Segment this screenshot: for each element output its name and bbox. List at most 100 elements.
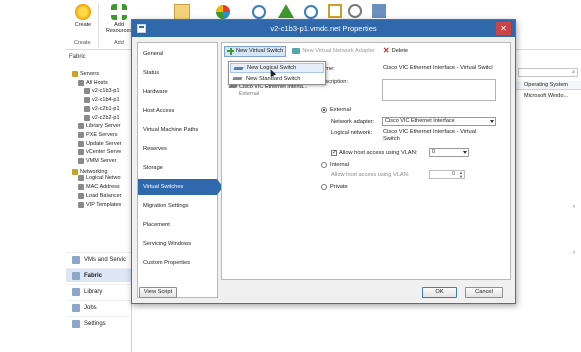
search-input[interactable]: ⌕ bbox=[518, 68, 578, 77]
tree-node-icon bbox=[78, 131, 84, 138]
tree-node-icon bbox=[84, 114, 90, 121]
spin-arrows-icon[interactable]: ▲ ▼ bbox=[459, 171, 463, 179]
dialog-titlebar[interactable]: v2-c1b3-p1.vmdc.net Properties ✕ bbox=[132, 20, 515, 37]
tree-item[interactable]: Servers bbox=[72, 71, 99, 77]
nav-item-host-access[interactable]: Host Access bbox=[138, 103, 217, 119]
tree-item[interactable]: MAC Address bbox=[78, 184, 120, 191]
private-label: Private bbox=[330, 184, 348, 190]
ribbon-refresh-icon[interactable] bbox=[252, 5, 266, 19]
external-radio[interactable] bbox=[321, 107, 327, 113]
nav-item-reserves[interactable]: Reserves bbox=[138, 141, 217, 157]
name-value[interactable]: Cisco VIC Ethernet Interface - Virtual S… bbox=[383, 65, 511, 72]
tree-node-icon bbox=[78, 201, 84, 208]
tree-item[interactable]: vCenter Serve bbox=[78, 149, 121, 156]
grid-cell-os[interactable]: Microsoft Windo... bbox=[524, 93, 568, 99]
scroll-right-icon[interactable]: › bbox=[573, 250, 575, 256]
allow-vlan-label: Allow host access using VLAN: bbox=[339, 150, 418, 156]
scroll-left-icon[interactable]: ‹ bbox=[573, 204, 575, 210]
tree-node-icon bbox=[78, 184, 84, 191]
tree-item[interactable]: v2-c2b2-p1 bbox=[84, 114, 120, 121]
ribbon-grid-icon[interactable] bbox=[328, 4, 342, 18]
nav-item-servicing-windows[interactable]: Servicing Windows bbox=[138, 236, 217, 252]
tree-item[interactable]: v2-c2b1-p1 bbox=[84, 105, 120, 112]
ribbon-properties-icon[interactable] bbox=[372, 4, 386, 18]
switch-toolbar: New Virtual Switch New Virtual Network A… bbox=[224, 45, 508, 57]
tree-item[interactable]: Load Balancer bbox=[78, 192, 121, 199]
navigation-sidebar: Fabric Servers All Hosts v2-c1b3-p1 v2-c1b4… bbox=[66, 50, 132, 352]
tree-item[interactable]: All Hosts bbox=[78, 79, 108, 86]
delete-x-icon: ✕ bbox=[382, 46, 390, 55]
tree-item[interactable]: Networking bbox=[72, 168, 108, 175]
tree-item[interactable]: Logical Netwo bbox=[78, 175, 121, 182]
delete-button[interactable]: ✕ Delete bbox=[381, 46, 410, 57]
workspace-library[interactable]: Library bbox=[66, 284, 132, 298]
tree-node-icon bbox=[84, 105, 90, 112]
column-header-operating-system[interactable]: Operating System bbox=[516, 81, 581, 90]
internal-radio[interactable] bbox=[321, 162, 327, 168]
nav-item-custom-properties[interactable]: Custom Properties bbox=[138, 255, 217, 271]
workspace-jobs[interactable]: Jobs bbox=[66, 300, 132, 314]
nav-item-status[interactable]: Status bbox=[138, 65, 217, 81]
ribbon-group-add: Add bbox=[114, 40, 124, 46]
tree-item[interactable]: PXE Servers bbox=[78, 131, 117, 138]
tree-item[interactable]: Update Server bbox=[78, 140, 121, 147]
workspace-icon bbox=[72, 287, 80, 296]
nav-item-virtual-machine-paths[interactable]: Virtual Machine Paths bbox=[138, 122, 217, 138]
workspace-fabric[interactable]: Fabric bbox=[66, 268, 132, 282]
ok-button[interactable]: OK bbox=[422, 287, 457, 298]
tree-node-icon bbox=[78, 149, 84, 156]
network-adapter-select[interactable]: Cisco VIC Ethernet Interface bbox=[382, 117, 496, 126]
ribbon-group-create: Create bbox=[74, 40, 91, 46]
view-script-button[interactable]: View Script bbox=[139, 287, 177, 298]
cancel-button[interactable]: Cancel bbox=[465, 287, 503, 298]
close-button[interactable]: ✕ bbox=[496, 22, 511, 35]
internal-label: Internal bbox=[330, 162, 349, 168]
ribbon-folder-icon[interactable] bbox=[174, 4, 190, 20]
ribbon-view-icon[interactable] bbox=[348, 4, 362, 18]
network-adapter-label: Network adapter: bbox=[331, 119, 375, 125]
nav-item-placement[interactable]: Placement bbox=[138, 217, 217, 233]
tree-item[interactable]: VMM Server bbox=[78, 158, 117, 164]
internal-vlan-stepper[interactable]: 0 ▲ ▼ bbox=[429, 170, 465, 179]
external-label: External bbox=[330, 107, 351, 113]
menu-item-new-logical-switch[interactable]: New Logical Switch bbox=[230, 63, 324, 73]
tree-node-icon bbox=[84, 97, 90, 104]
tree-node-icon bbox=[78, 192, 84, 199]
ribbon-up-arrow-icon[interactable] bbox=[278, 4, 294, 18]
plus-icon bbox=[227, 47, 234, 55]
allow-vlan-checkbox[interactable]: ✓ bbox=[331, 150, 337, 156]
new-virtual-network-adapter-button[interactable]: New Virtual Network Adapter bbox=[290, 46, 377, 57]
nav-item-hardware[interactable]: Hardware bbox=[138, 84, 217, 100]
nav-item-storage[interactable]: Storage bbox=[138, 160, 217, 176]
logical-switch-icon bbox=[233, 67, 244, 70]
workspace-icon bbox=[72, 271, 80, 280]
ribbon-separator bbox=[98, 4, 99, 48]
private-radio[interactable] bbox=[321, 184, 327, 190]
new-virtual-switch-button[interactable]: New Virtual Switch bbox=[224, 45, 287, 57]
main-pane: ⌕ Operating System Microsoft Windo... ‹ … bbox=[516, 50, 581, 352]
tree-item[interactable]: VIP Templates bbox=[78, 201, 121, 208]
workspace-vms-and-servic[interactable]: VMs and Servic bbox=[66, 252, 132, 266]
description-field[interactable] bbox=[382, 79, 496, 101]
ribbon-sync-icon[interactable] bbox=[304, 5, 318, 19]
workspace-settings[interactable]: Settings bbox=[66, 316, 132, 330]
tree-node-icon bbox=[84, 88, 90, 95]
switch-list-item[interactable]: Cisco VIC Ethernet Interfa... External bbox=[228, 84, 314, 97]
tree-item[interactable]: v2-c1b4-p1 bbox=[84, 97, 120, 104]
create-button[interactable]: Create bbox=[66, 4, 100, 28]
menu-item-new-standard-switch[interactable]: New Standard Switch bbox=[230, 74, 324, 84]
nav-item-virtual-switches[interactable]: Virtual Switches bbox=[138, 179, 223, 195]
ribbon-shield-icon[interactable] bbox=[216, 5, 230, 19]
workspace-icon bbox=[72, 255, 80, 264]
chevron-down-icon bbox=[463, 151, 467, 154]
star-burst-icon bbox=[75, 4, 91, 20]
nav-item-general[interactable]: General bbox=[138, 46, 217, 62]
tree-item[interactable]: v2-c1b3-p1 bbox=[84, 88, 120, 95]
nav-item-migration-settings[interactable]: Migration Settings bbox=[138, 198, 217, 214]
tree-item[interactable]: Library Server bbox=[78, 123, 121, 130]
dialog-title: v2-c1b3-p1.vmdc.net Properties bbox=[270, 24, 377, 33]
logical-network-value: Cisco VIC Ethernet Interface - Virtual S… bbox=[383, 129, 477, 142]
tree-node-icon bbox=[72, 168, 78, 175]
vlan-id-select[interactable]: 0 bbox=[429, 148, 469, 157]
logical-network-label: Logical network: bbox=[331, 130, 373, 136]
